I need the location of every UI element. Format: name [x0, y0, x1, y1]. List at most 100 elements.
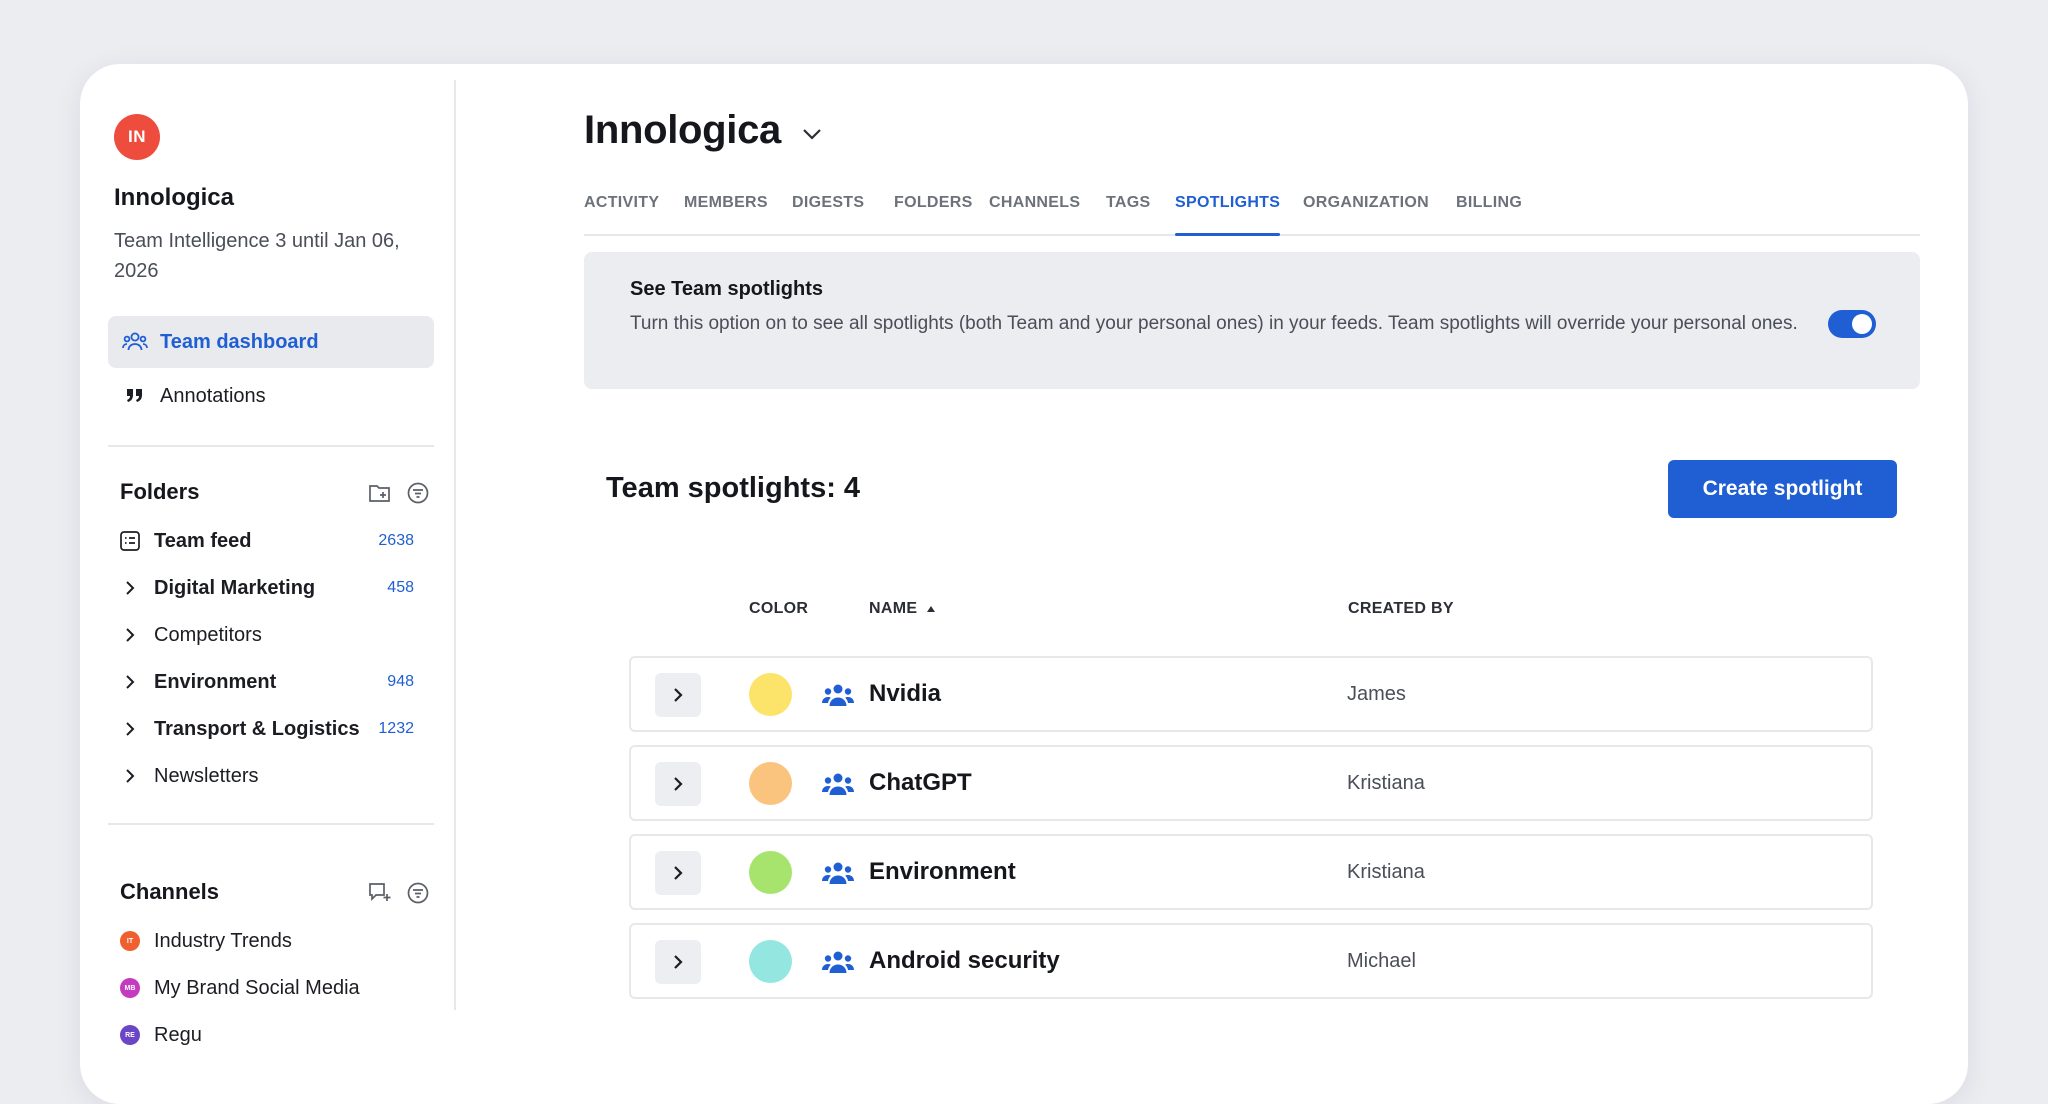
nav-annotations[interactable]: Annotations: [108, 370, 434, 422]
spotlight-creator: Kristiana: [1347, 772, 1425, 794]
tab-activity[interactable]: ACTIVITY: [584, 194, 659, 234]
folder-count: 2638: [378, 532, 414, 549]
filter-icon[interactable]: [406, 881, 430, 905]
add-folder-icon[interactable]: [368, 481, 392, 505]
channel-avatar: MB: [120, 978, 140, 998]
folder-count: 948: [387, 673, 414, 690]
channels-heading: Channels: [120, 879, 220, 904]
folder-label: Competitors: [154, 623, 262, 646]
tab-channels[interactable]: CHANNELS: [989, 194, 1080, 234]
folder-newsletters[interactable]: Newsletters: [120, 758, 424, 794]
folder-transport-logistics[interactable]: Transport & Logistics 1232: [120, 711, 424, 747]
team-spotlights-toggle[interactable]: [1828, 310, 1876, 338]
expand-button[interactable]: [655, 673, 701, 717]
spotlight-color-swatch: [749, 851, 792, 894]
folder-digital-marketing[interactable]: Digital Marketing 458: [120, 570, 424, 606]
divider: [108, 823, 434, 825]
spotlight-name[interactable]: Android security: [869, 947, 1060, 975]
folder-label: Transport & Logistics: [154, 717, 360, 740]
org-name: Innologica: [114, 184, 234, 211]
tab-bar: ACTIVITY MEMBERS DIGESTS FOLDERS CHANNEL…: [584, 194, 1920, 236]
add-channel-icon[interactable]: [368, 881, 392, 905]
spotlight-color-swatch: [749, 940, 792, 983]
channel-regu[interactable]: RE Regu: [120, 1017, 424, 1053]
team-icon: [821, 682, 855, 708]
folder-team-feed[interactable]: Team feed 2638: [120, 523, 424, 559]
page-title: Innologica: [584, 108, 782, 152]
sort-ascending-icon: [925, 603, 937, 615]
divider: [108, 445, 434, 447]
app-window: IN Innologica Team Intelligence 3 until …: [80, 64, 1968, 1104]
team-spotlights-banner: See Team spotlights Turn this option on …: [584, 252, 1920, 389]
spotlight-name[interactable]: Nvidia: [869, 680, 941, 708]
channel-label: Industry Trends: [154, 929, 292, 952]
channels-tools: [368, 881, 430, 905]
folder-label: Digital Marketing: [154, 576, 316, 599]
folder-count: 1232: [378, 720, 414, 737]
expand-button[interactable]: [655, 851, 701, 895]
chevron-down-icon[interactable]: [799, 121, 825, 147]
team-icon: [821, 771, 855, 797]
folder-label: Environment: [154, 670, 277, 693]
spotlight-name[interactable]: ChatGPT: [869, 769, 972, 797]
banner-description: Turn this option on to see all spotlight…: [630, 313, 1798, 334]
folders-heading: Folders: [120, 479, 200, 504]
nav-team-dashboard-label: Team dashboard: [160, 330, 319, 353]
folder-label: Team feed: [154, 529, 252, 552]
org-avatar[interactable]: IN: [114, 114, 160, 160]
tab-digests[interactable]: DIGESTS: [792, 194, 864, 234]
tab-members[interactable]: MEMBERS: [684, 194, 768, 234]
channel-label: My Brand Social Media: [154, 976, 360, 999]
tab-spotlights[interactable]: SPOTLIGHTS: [1175, 194, 1281, 236]
tab-folders[interactable]: FOLDERS: [894, 194, 973, 234]
spotlight-creator: Kristiana: [1347, 861, 1425, 883]
chevron-right-icon[interactable]: [120, 578, 140, 598]
table-row[interactable]: Android security Michael: [629, 923, 1873, 999]
table-row[interactable]: Nvidia James: [629, 656, 1873, 732]
nav-team-dashboard[interactable]: Team dashboard: [108, 316, 434, 368]
toggle-knob: [1852, 314, 1872, 334]
column-header-color[interactable]: COLOR: [749, 600, 808, 618]
channel-my-brand-social-media[interactable]: MB My Brand Social Media: [120, 970, 424, 1006]
chevron-right-icon[interactable]: [120, 672, 140, 692]
channel-avatar: IT: [120, 931, 140, 951]
channel-avatar: RE: [120, 1025, 140, 1045]
spotlight-color-swatch: [749, 762, 792, 805]
column-header-label: COLOR: [749, 600, 809, 617]
tab-billing[interactable]: BILLING: [1456, 194, 1522, 234]
team-icon: [122, 329, 148, 355]
filter-icon[interactable]: [406, 481, 430, 505]
spotlight-color-swatch: [749, 673, 792, 716]
column-header-name[interactable]: NAME: [869, 600, 937, 618]
folder-competitors[interactable]: Competitors: [120, 617, 424, 653]
folder-count: 458: [387, 579, 414, 596]
tab-tags[interactable]: TAGS: [1106, 194, 1150, 234]
chevron-right-icon[interactable]: [120, 766, 140, 786]
chevron-right-icon[interactable]: [120, 625, 140, 645]
column-header-label: NAME: [869, 600, 918, 617]
expand-button[interactable]: [655, 940, 701, 984]
spotlights-count-title: Team spotlights: 4: [606, 472, 861, 504]
feed-icon: [120, 531, 140, 551]
expand-button[interactable]: [655, 762, 701, 806]
tab-organization[interactable]: ORGANIZATION: [1303, 194, 1429, 234]
quote-icon: [122, 383, 148, 409]
table-row[interactable]: ChatGPT Kristiana: [629, 745, 1873, 821]
org-plan: Team Intelligence 3 until Jan 06, 2026: [114, 230, 400, 282]
team-icon: [821, 860, 855, 886]
spotlight-creator: Michael: [1347, 950, 1416, 972]
folder-environment[interactable]: Environment 948: [120, 664, 424, 700]
column-header-created-by[interactable]: CREATED BY: [1348, 600, 1454, 618]
spotlight-name[interactable]: Environment: [869, 858, 1016, 886]
channel-label: Regu: [154, 1023, 202, 1046]
chevron-right-icon[interactable]: [120, 719, 140, 739]
channel-industry-trends[interactable]: IT Industry Trends: [120, 923, 424, 959]
team-icon: [821, 949, 855, 975]
folder-label: Newsletters: [154, 764, 259, 787]
column-header-label: CREATED BY: [1348, 600, 1454, 617]
table-row[interactable]: Environment Kristiana: [629, 834, 1873, 910]
title-row: Innologica: [584, 108, 825, 153]
banner-title: See Team spotlights: [630, 278, 824, 300]
create-spotlight-button[interactable]: Create spotlight: [1668, 460, 1897, 518]
main-content: Innologica ACTIVITY MEMBERS DIGESTS FOLD…: [584, 64, 1968, 1104]
